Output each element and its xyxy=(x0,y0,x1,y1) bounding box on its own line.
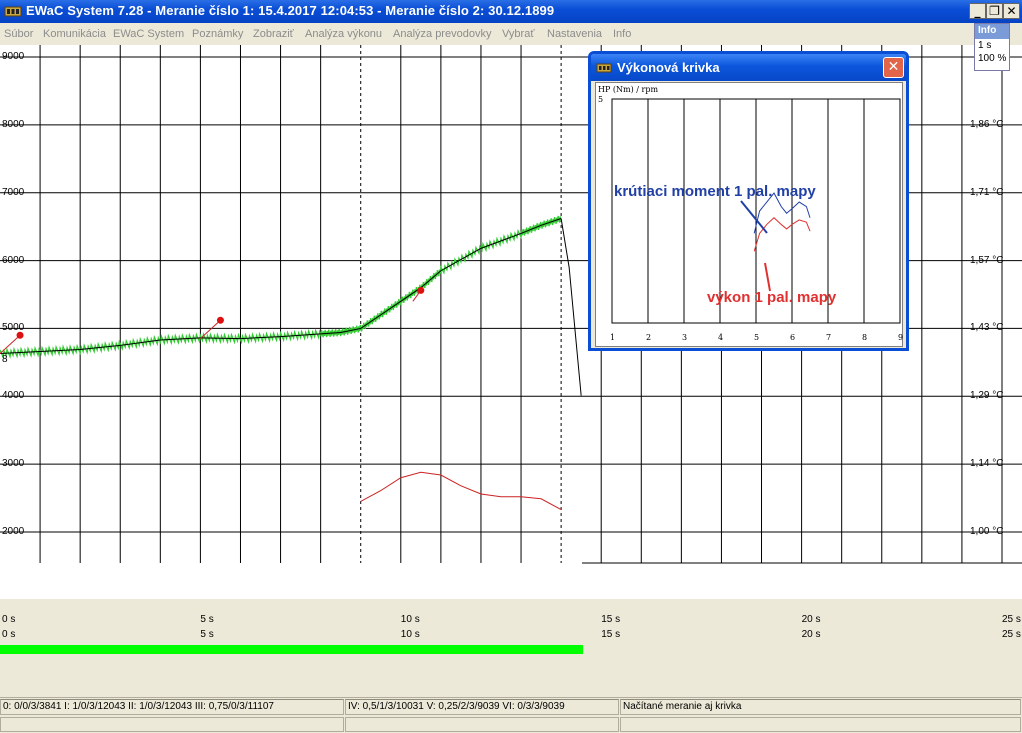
app-icon xyxy=(4,6,22,17)
dialog-x-tick: 3 xyxy=(682,333,688,342)
status-panel-2: IV: 0,5/1/3/10031 V: 0,25/2/3/9039 VI: 0… xyxy=(345,699,619,715)
status-panel-1: 0: 0/0/3/3841 I: 1/0/3/12043 II: 1/0/3/1… xyxy=(0,699,344,715)
y-tick-left: 7000 xyxy=(2,186,25,198)
status-panel-5 xyxy=(345,717,619,732)
status-bar: 0: 0/0/3/3841 I: 1/0/3/12043 II: 1/0/3/1… xyxy=(0,697,1022,733)
dialog-x-tick: 2 xyxy=(646,333,652,342)
menu-vybrat[interactable]: Vybrať xyxy=(502,28,534,40)
x-tick-row2: 15 s xyxy=(601,629,621,640)
dialog-app-icon xyxy=(596,63,612,73)
dialog-y-max: 5 xyxy=(598,95,604,104)
dialog-close-button[interactable]: ✕ xyxy=(883,57,904,78)
info-title: Info xyxy=(975,24,1009,39)
info-zoom: 100 % xyxy=(978,53,1007,64)
y-tick-right: 1,14 °C xyxy=(970,458,1004,470)
y-tick-left: 3000 xyxy=(2,458,25,470)
y-tick-left: 5000 xyxy=(2,322,25,334)
dialog-series-layer xyxy=(740,192,811,292)
x-tick-row2: 5 s xyxy=(200,629,214,640)
menu-analyza-vykonu[interactable]: Analýza výkonu xyxy=(305,28,382,40)
x-tick-row1: 5 s xyxy=(200,614,214,625)
menu-zobrazit[interactable]: Zobraziť xyxy=(253,28,294,40)
menu-subor[interactable]: Súbor xyxy=(4,28,33,40)
power-curve-dialog[interactable]: Výkonová krivka ✕ HP (Nm) / rpm 5 1 2 3 4 5 6… xyxy=(588,51,909,351)
status-panel-4 xyxy=(0,717,344,732)
x-tick-row1: 25 s xyxy=(1002,614,1021,625)
y-tick-right: 1,71 °C xyxy=(970,186,1004,198)
x-tick-row2: 20 s xyxy=(801,629,821,640)
window-title: EWaC System 7.28 - Meranie číslo 1: 15.4… xyxy=(26,3,555,18)
restore-button[interactable]: ❐ xyxy=(986,3,1003,19)
minimize-button[interactable]: _ xyxy=(969,3,986,19)
y-tick-left: 9000 xyxy=(2,51,25,62)
dialog-x-tick: 9 xyxy=(898,333,904,342)
power-leader xyxy=(764,262,771,292)
status-panel-3: Načítané meranie aj krivka xyxy=(620,699,1021,715)
status-panel-6 xyxy=(620,717,1021,732)
y-tick-left: 8000 xyxy=(2,118,25,130)
progress-bar xyxy=(0,645,583,654)
y-tick-left: 6000 xyxy=(2,254,25,266)
y-tick-right: 1,43 °C xyxy=(970,322,1004,334)
menu-ewac-system[interactable]: EWaC System xyxy=(113,28,184,40)
y-tick-right: 1,57 °C xyxy=(970,254,1004,266)
dialog-x-tick: 4 xyxy=(718,333,724,342)
x-tick-row1: 20 s xyxy=(801,614,821,625)
marker-point xyxy=(216,316,224,324)
menu-info[interactable]: Info xyxy=(613,28,631,40)
power-curve xyxy=(753,217,811,252)
title-bar[interactable]: EWaC System 7.28 - Meranie číslo 1: 15.4… xyxy=(0,0,1022,23)
x-axis-band xyxy=(0,563,1022,599)
x-tick-row1: 15 s xyxy=(601,614,621,625)
info-box[interactable]: Info 1 s 100 % xyxy=(974,23,1010,71)
power-label: výkon 1 pal. mapy xyxy=(707,289,837,306)
dialog-title-bar[interactable]: Výkonová krivka ✕ xyxy=(591,54,906,81)
x-tick-row2: 10 s xyxy=(400,629,420,640)
y-tick-left: 2000 xyxy=(2,526,25,537)
y-tick-right: 1,00 °C xyxy=(970,526,1004,537)
marker-point xyxy=(417,286,425,294)
y-tick-right: 1,86 °C xyxy=(970,118,1004,130)
menu-nastavenia[interactable]: Nastavenia xyxy=(547,28,602,40)
dialog-x-tick: 8 xyxy=(862,333,868,342)
close-button[interactable]: ✕ xyxy=(1003,3,1020,19)
x-tick-row2: 25 s xyxy=(1002,629,1021,640)
menu-poznamky[interactable]: Poznámky xyxy=(192,28,243,40)
dialog-x-tick: 6 xyxy=(790,333,796,342)
marker-label: 8 xyxy=(2,354,8,365)
app-window: EWaC System 7.28 - Meranie číslo 1: 15.4… xyxy=(0,0,1022,733)
dialog-x-tick: 7 xyxy=(826,333,832,342)
y-tick-left: 4000 xyxy=(2,390,25,402)
torque-leader xyxy=(740,200,768,234)
dialog-x-tick: 5 xyxy=(754,333,760,342)
dialog-title: Výkonová krivka xyxy=(617,60,720,75)
torque-label: krútiaci moment 1 pal. mapy xyxy=(614,183,816,200)
info-interval: 1 s xyxy=(978,40,992,51)
menu-analyza-prevodovky[interactable]: Analýza prevodovky xyxy=(393,28,491,40)
menu-bar: Súbor Komunikácia EWaC System Poznámky Z… xyxy=(0,23,1022,45)
x-tick-row1: 10 s xyxy=(400,614,420,625)
power-curve-plot: HP (Nm) / rpm 5 1 2 3 4 5 6 7 8 9 krútiaci momen… xyxy=(595,82,903,347)
dialog-x-tick: 1 xyxy=(610,333,616,342)
x-tick-row1: 0 s xyxy=(2,614,16,625)
dialog-y-label: HP (Nm) / rpm xyxy=(598,85,659,94)
y-tick-right: 1,29 °C xyxy=(970,390,1004,402)
x-tick-row2: 0 s xyxy=(2,629,16,640)
menu-komunikacia[interactable]: Komunikácia xyxy=(43,28,106,40)
